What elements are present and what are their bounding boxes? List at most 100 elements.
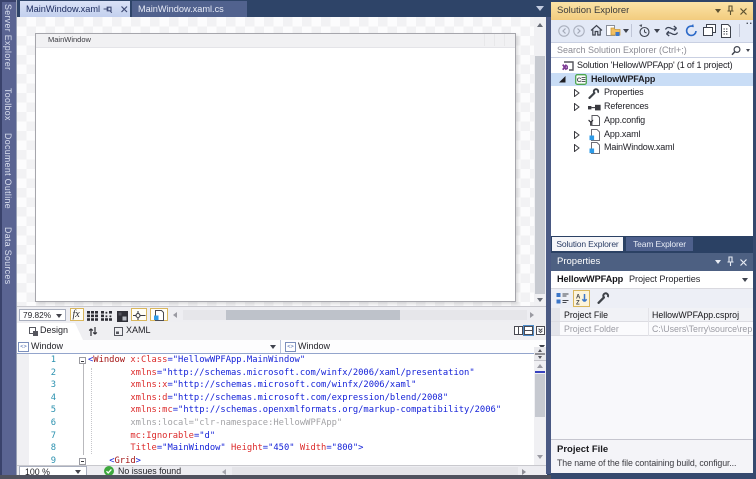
tree-item-solution[interactable]: Solution 'HellowWPFApp' (1 of 1 project) xyxy=(551,59,753,73)
designer-hscroll-right-icon[interactable] xyxy=(530,312,534,318)
code-token xyxy=(88,405,130,415)
tree-item-mainwindow-xaml[interactable]: MainWindow.xaml xyxy=(551,141,753,155)
window-position-icon[interactable] xyxy=(715,9,721,13)
code-line[interactable]: xmlns="http://schemas.microsoft.com/winf… xyxy=(88,367,475,380)
horizontal-split-button-active[interactable] xyxy=(523,325,534,336)
scroll-down-icon[interactable] xyxy=(537,455,543,459)
code-line[interactable]: xmlns:local="clr-namespace:HellowWPFApp" xyxy=(88,417,342,430)
switch-views-icon[interactable] xyxy=(606,24,621,38)
dropdown-icon[interactable] xyxy=(623,29,629,33)
collapsed-icon[interactable] xyxy=(574,144,580,152)
forward-icon[interactable] xyxy=(573,25,585,37)
pending-changes-filter-icon[interactable] xyxy=(637,24,651,38)
properties-object-selector[interactable]: HellowWPFApp Project Properties xyxy=(551,271,753,289)
search-icon[interactable] xyxy=(731,46,741,56)
fold-collapse-icon[interactable] xyxy=(79,458,86,465)
home-icon[interactable] xyxy=(590,24,603,37)
snap-to-snaplines-button[interactable] xyxy=(131,308,147,321)
rail-tab-server-explorer[interactable]: Server Explorer xyxy=(3,4,13,70)
dropdown-icon xyxy=(56,314,62,318)
toolbar-overflow-icon[interactable]: .. xyxy=(746,16,753,26)
code-line[interactable]: mc:Ignorable="d" xyxy=(88,430,215,443)
sync-with-active-document-icon[interactable] xyxy=(664,25,679,37)
solution-explorer-tree: Solution 'HellowWPFApp' (1 of 1 project)… xyxy=(551,58,753,236)
element-picker-right[interactable]: <> Window xyxy=(281,340,547,353)
designer-horizontal-scrollbar[interactable] xyxy=(183,310,527,320)
editor-hscroll-left-icon[interactable] xyxy=(222,469,226,475)
xaml-code-editor[interactable]: 1<Window x:Class="HellowWPFApp.MainWindo… xyxy=(17,354,534,465)
property-value[interactable]: HellowWPFApp.csproj xyxy=(652,308,739,322)
property-row-project-file[interactable]: Project File HellowWPFApp.csproj xyxy=(551,308,753,322)
expanded-icon[interactable] xyxy=(559,76,566,83)
rail-tab-toolbox[interactable]: Toolbox xyxy=(3,88,13,121)
tab-mainwindow-xaml[interactable]: MainWindow.xaml xyxy=(20,1,130,17)
tab-mainwindow-xaml-cs[interactable]: MainWindow.xaml.cs xyxy=(132,1,247,17)
editor-horizontal-scrollbar[interactable] xyxy=(232,467,518,475)
toggle-artboard-background-icon[interactable] xyxy=(117,311,128,322)
categorized-icon[interactable] xyxy=(556,292,569,305)
auto-hide-pin-icon[interactable] xyxy=(726,256,735,268)
window-position-icon[interactable] xyxy=(715,260,721,264)
dropdown-icon[interactable] xyxy=(654,29,660,33)
back-icon[interactable] xyxy=(558,25,570,37)
solution-explorer-titlebar[interactable]: Solution Explorer xyxy=(551,2,753,20)
collapsed-icon[interactable] xyxy=(574,89,580,97)
fold-collapse-icon[interactable] xyxy=(79,357,86,364)
tab-team-explorer[interactable]: Team Explorer xyxy=(626,237,693,251)
designer-zoom-combobox[interactable]: 79.82% xyxy=(19,309,66,321)
scrollbar-thumb[interactable] xyxy=(226,310,400,320)
solution-explorer-search[interactable]: Search Solution Explorer (Ctrl+;) xyxy=(551,42,753,58)
tree-item-app-xaml[interactable]: App.xaml xyxy=(551,128,753,142)
collapsed-icon[interactable] xyxy=(574,103,580,111)
show-all-files-icon[interactable] xyxy=(720,24,732,38)
document-well-dropdown-icon[interactable] xyxy=(536,6,544,11)
property-pages-wrench-icon[interactable] xyxy=(597,292,610,304)
tree-item-app-config[interactable]: App.config xyxy=(551,114,753,128)
close-icon[interactable] xyxy=(739,258,748,267)
swap-panes-icon[interactable] xyxy=(88,326,98,337)
alphabetical-sort-button-active[interactable]: A Z xyxy=(573,290,590,307)
code-line[interactable]: xmlns:mc="http://schemas.openxmlformats.… xyxy=(88,404,501,417)
properties-titlebar[interactable]: Properties xyxy=(551,253,753,271)
show-grid-icon[interactable] xyxy=(87,311,99,321)
snap-to-grid-icon[interactable] xyxy=(101,311,113,321)
designer-hscroll-left-icon[interactable] xyxy=(173,312,177,318)
vertical-split-icon[interactable] xyxy=(514,326,523,335)
editor-split-handle[interactable] xyxy=(534,347,546,361)
scrollbar-thumb[interactable] xyxy=(535,374,545,417)
property-row-project-folder[interactable]: Project Folder C:\Users\Terry\source\rep xyxy=(551,322,753,336)
scroll-up-icon[interactable] xyxy=(537,364,543,368)
auto-hide-pin-icon[interactable] xyxy=(726,5,735,17)
collapse-pane-icon[interactable] xyxy=(536,326,545,335)
collapsed-icon[interactable] xyxy=(574,131,580,139)
editor-vertical-scrollbar[interactable] xyxy=(534,347,546,465)
disable-project-code-button[interactable] xyxy=(150,308,168,321)
scroll-down-icon[interactable] xyxy=(537,298,543,302)
wpf-designer-surface[interactable]: MainWindow xyxy=(17,17,534,306)
pin-icon[interactable] xyxy=(103,4,113,14)
dropdown-icon[interactable] xyxy=(746,49,750,52)
rail-tab-data-sources[interactable]: Data Sources xyxy=(3,227,13,285)
editor-hscroll-right-icon[interactable] xyxy=(522,469,526,475)
code-line[interactable]: Title="MainWindow" Height="450" Width="8… xyxy=(88,442,363,455)
tree-item-project[interactable]: C HellowWPFApp xyxy=(551,73,753,87)
close-icon[interactable] xyxy=(739,7,748,16)
close-tab-icon[interactable] xyxy=(120,5,129,14)
scrollbar-thumb[interactable] xyxy=(535,56,545,294)
property-value[interactable]: C:\Users\Terry\source\rep xyxy=(652,322,753,336)
code-line[interactable]: <Window x:Class="HellowWPFApp.MainWindow… xyxy=(88,354,305,367)
element-picker-left[interactable]: <> Window xyxy=(17,340,281,353)
scroll-up-icon[interactable] xyxy=(537,23,543,27)
code-line[interactable]: xmlns:d="http://schemas.microsoft.com/ex… xyxy=(88,392,448,405)
tree-item-references[interactable]: References xyxy=(551,100,753,114)
refresh-icon[interactable] xyxy=(685,24,698,38)
code-line[interactable]: xmlns:x="http://schemas.microsoft.com/wi… xyxy=(88,379,416,392)
tab-xaml[interactable]: XAML xyxy=(126,325,151,335)
tab-solution-explorer-active[interactable]: Solution Explorer xyxy=(552,237,623,251)
show-effects-button[interactable]: fx xyxy=(70,308,84,321)
tree-item-properties[interactable]: Properties xyxy=(551,86,753,100)
design-artboard-window[interactable]: MainWindow xyxy=(35,33,516,302)
designer-vertical-scrollbar[interactable] xyxy=(534,17,546,306)
nest-related-files-icon[interactable] xyxy=(703,24,716,37)
rail-tab-document-outline[interactable]: Document Outline xyxy=(3,133,13,209)
